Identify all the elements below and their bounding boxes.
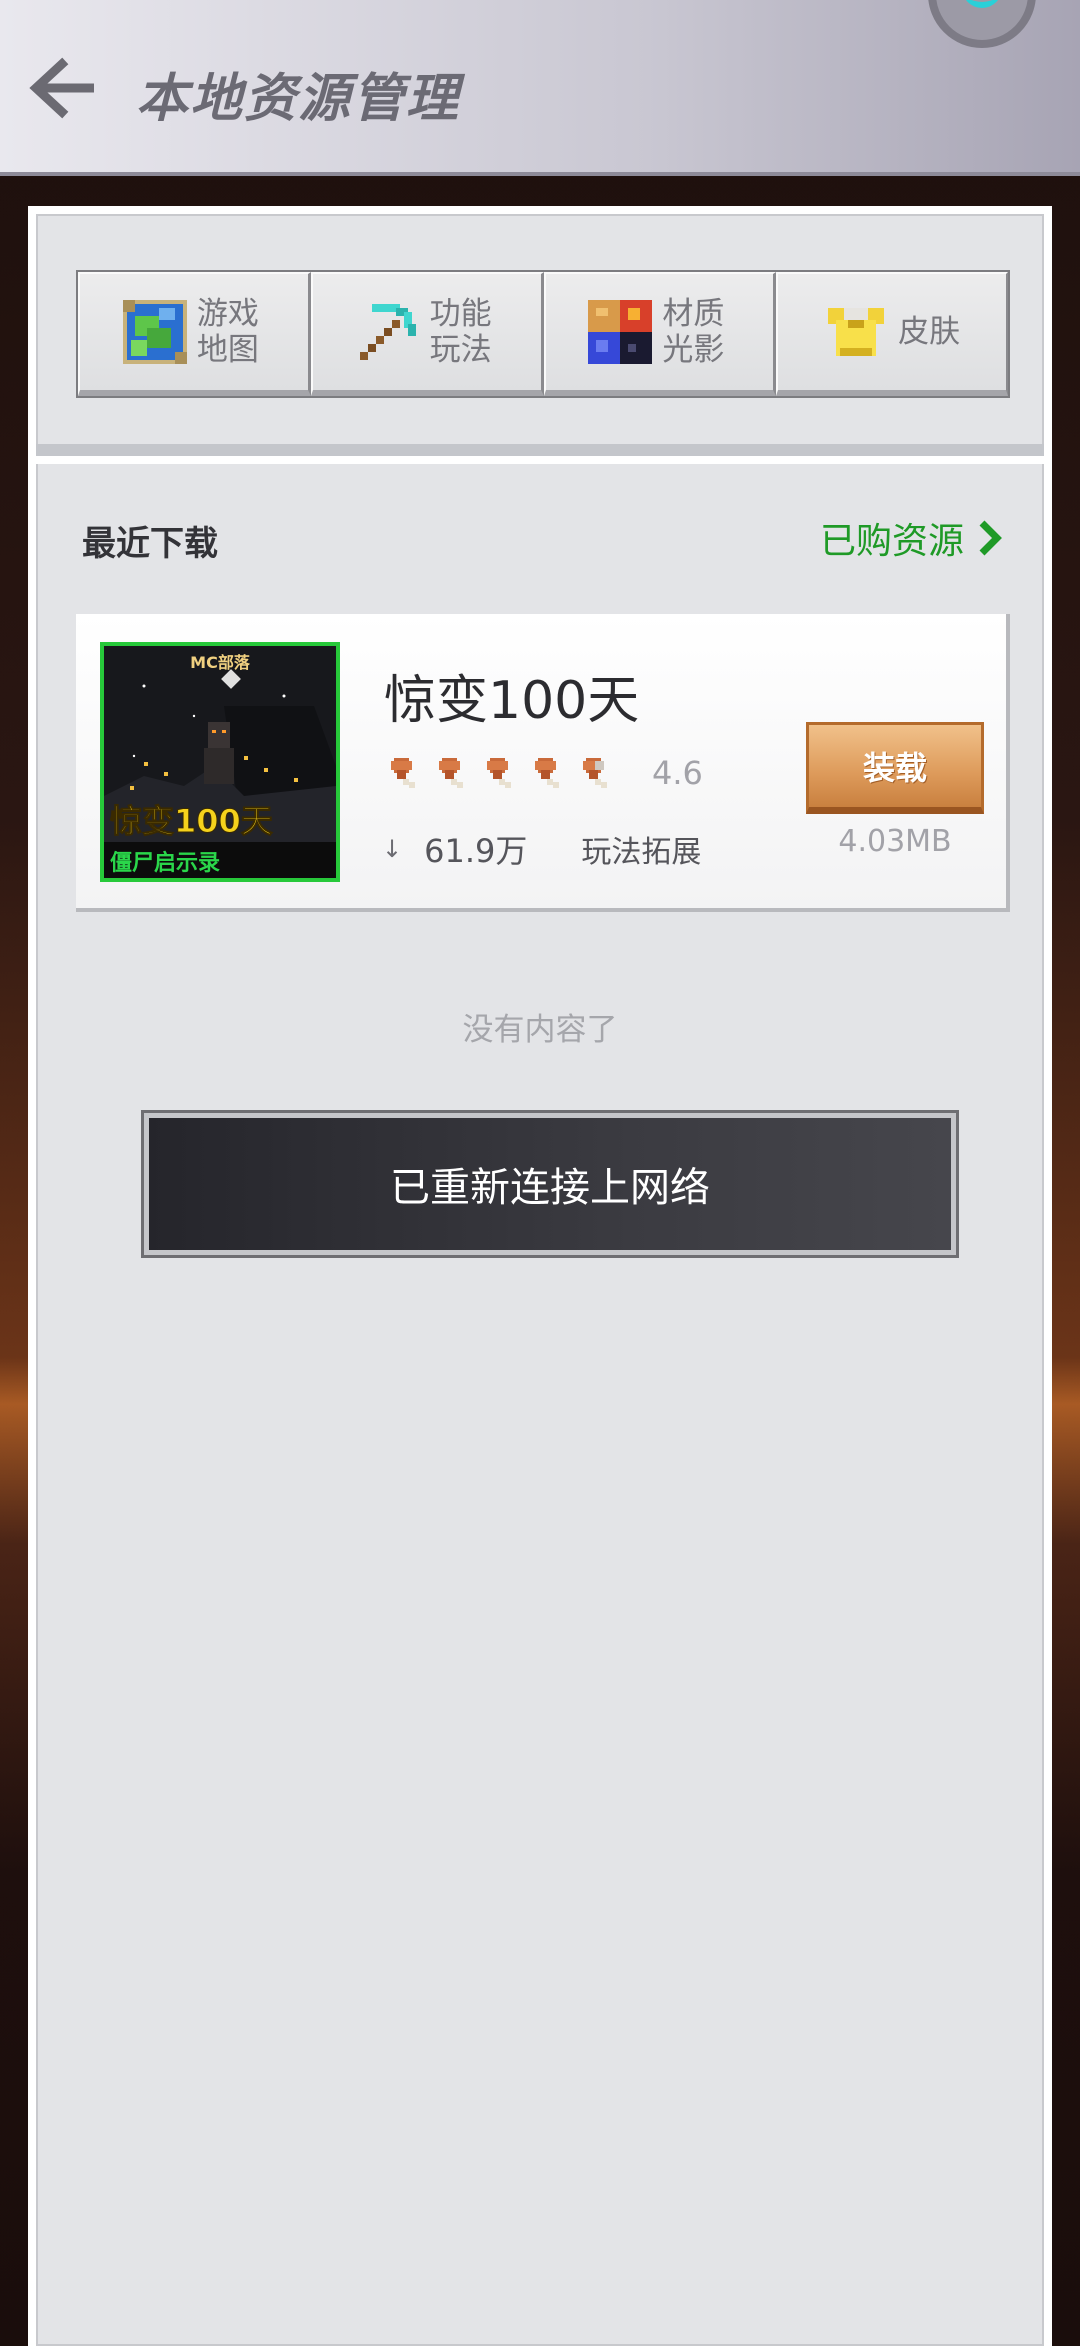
thumb-subtitle: 僵尸启示录 [110, 850, 220, 876]
drumstick-icon [487, 758, 511, 788]
tab-label-line2: 玩法 [429, 332, 492, 368]
tab-game-maps[interactable]: 游戏 地图 [78, 272, 311, 396]
resource-meta: ↓ 61.9万 玩法拓展 [382, 826, 701, 872]
category-tabs: 游戏 地图 功能 玩法 材质 光影 皮肤 [76, 270, 1010, 398]
drumstick-icon [391, 758, 415, 788]
drumstick-icon [439, 758, 463, 788]
chevron-right-icon [979, 520, 1002, 556]
back-arrow-icon[interactable] [28, 56, 100, 120]
resource-thumbnail[interactable]: MC部落 惊变100天 僵尸启示录 [100, 642, 340, 882]
toast-message: 已重新连接上网络 [149, 1118, 951, 1250]
download-arrow-icon: ↓ [382, 835, 403, 863]
drumstick-icon [535, 758, 559, 788]
download-count: 61.9万 [424, 832, 528, 870]
purchased-link-label: 已购资源 [819, 521, 964, 562]
pickaxe-icon [359, 304, 416, 360]
map-icon [122, 300, 187, 364]
resource-category: 玩法拓展 [581, 835, 702, 870]
section-divider [36, 444, 1044, 464]
recent-downloads-heading: 最近下载 [82, 524, 218, 564]
thumb-title: 惊变100天 [110, 802, 273, 840]
texture-icon [588, 300, 653, 364]
tab-skins[interactable]: 皮肤 [776, 272, 1008, 396]
load-button[interactable]: 装载 [806, 722, 984, 814]
resource-card[interactable]: MC部落 惊变100天 僵尸启示录 惊变100天 4.6 ↓ 61.9万 玩法拓… [76, 614, 1010, 912]
armor-icon [828, 308, 885, 356]
resource-name: 惊变100天 [384, 671, 640, 731]
tab-label-line1: 游戏 [196, 296, 259, 332]
tab-features[interactable]: 功能 玩法 [310, 272, 544, 396]
resource-panel: 游戏 地图 功能 玩法 材质 光影 皮肤 最近下载 已购资源 MC部落 惊变10… [28, 206, 1052, 2346]
rating-value: 4.6 [652, 754, 703, 792]
network-toast: 已重新连接上网络 [141, 1110, 959, 1258]
file-size: 4.03MB [838, 824, 952, 859]
tab-label-line1: 材质 [662, 296, 725, 332]
loading-indicator-icon [928, 0, 1036, 48]
tab-label-line2: 地图 [196, 332, 259, 368]
tab-label-line1: 皮肤 [898, 314, 961, 350]
tab-textures-shaders[interactable]: 材质 光影 [543, 272, 777, 396]
top-bar: 本地资源管理 [0, 0, 1080, 176]
drumstick-half-icon [583, 758, 607, 788]
tab-label-line1: 功能 [429, 296, 492, 332]
rating-drumsticks: 4.6 [382, 754, 703, 792]
page-title: 本地资源管理 [136, 69, 461, 129]
end-of-list-note: 没有内容了 [462, 1012, 618, 1048]
thumb-brand: MC部落 [190, 653, 251, 672]
purchased-resources-link[interactable]: 已购资源 [820, 512, 1002, 564]
tab-label-line2: 光影 [662, 332, 725, 368]
